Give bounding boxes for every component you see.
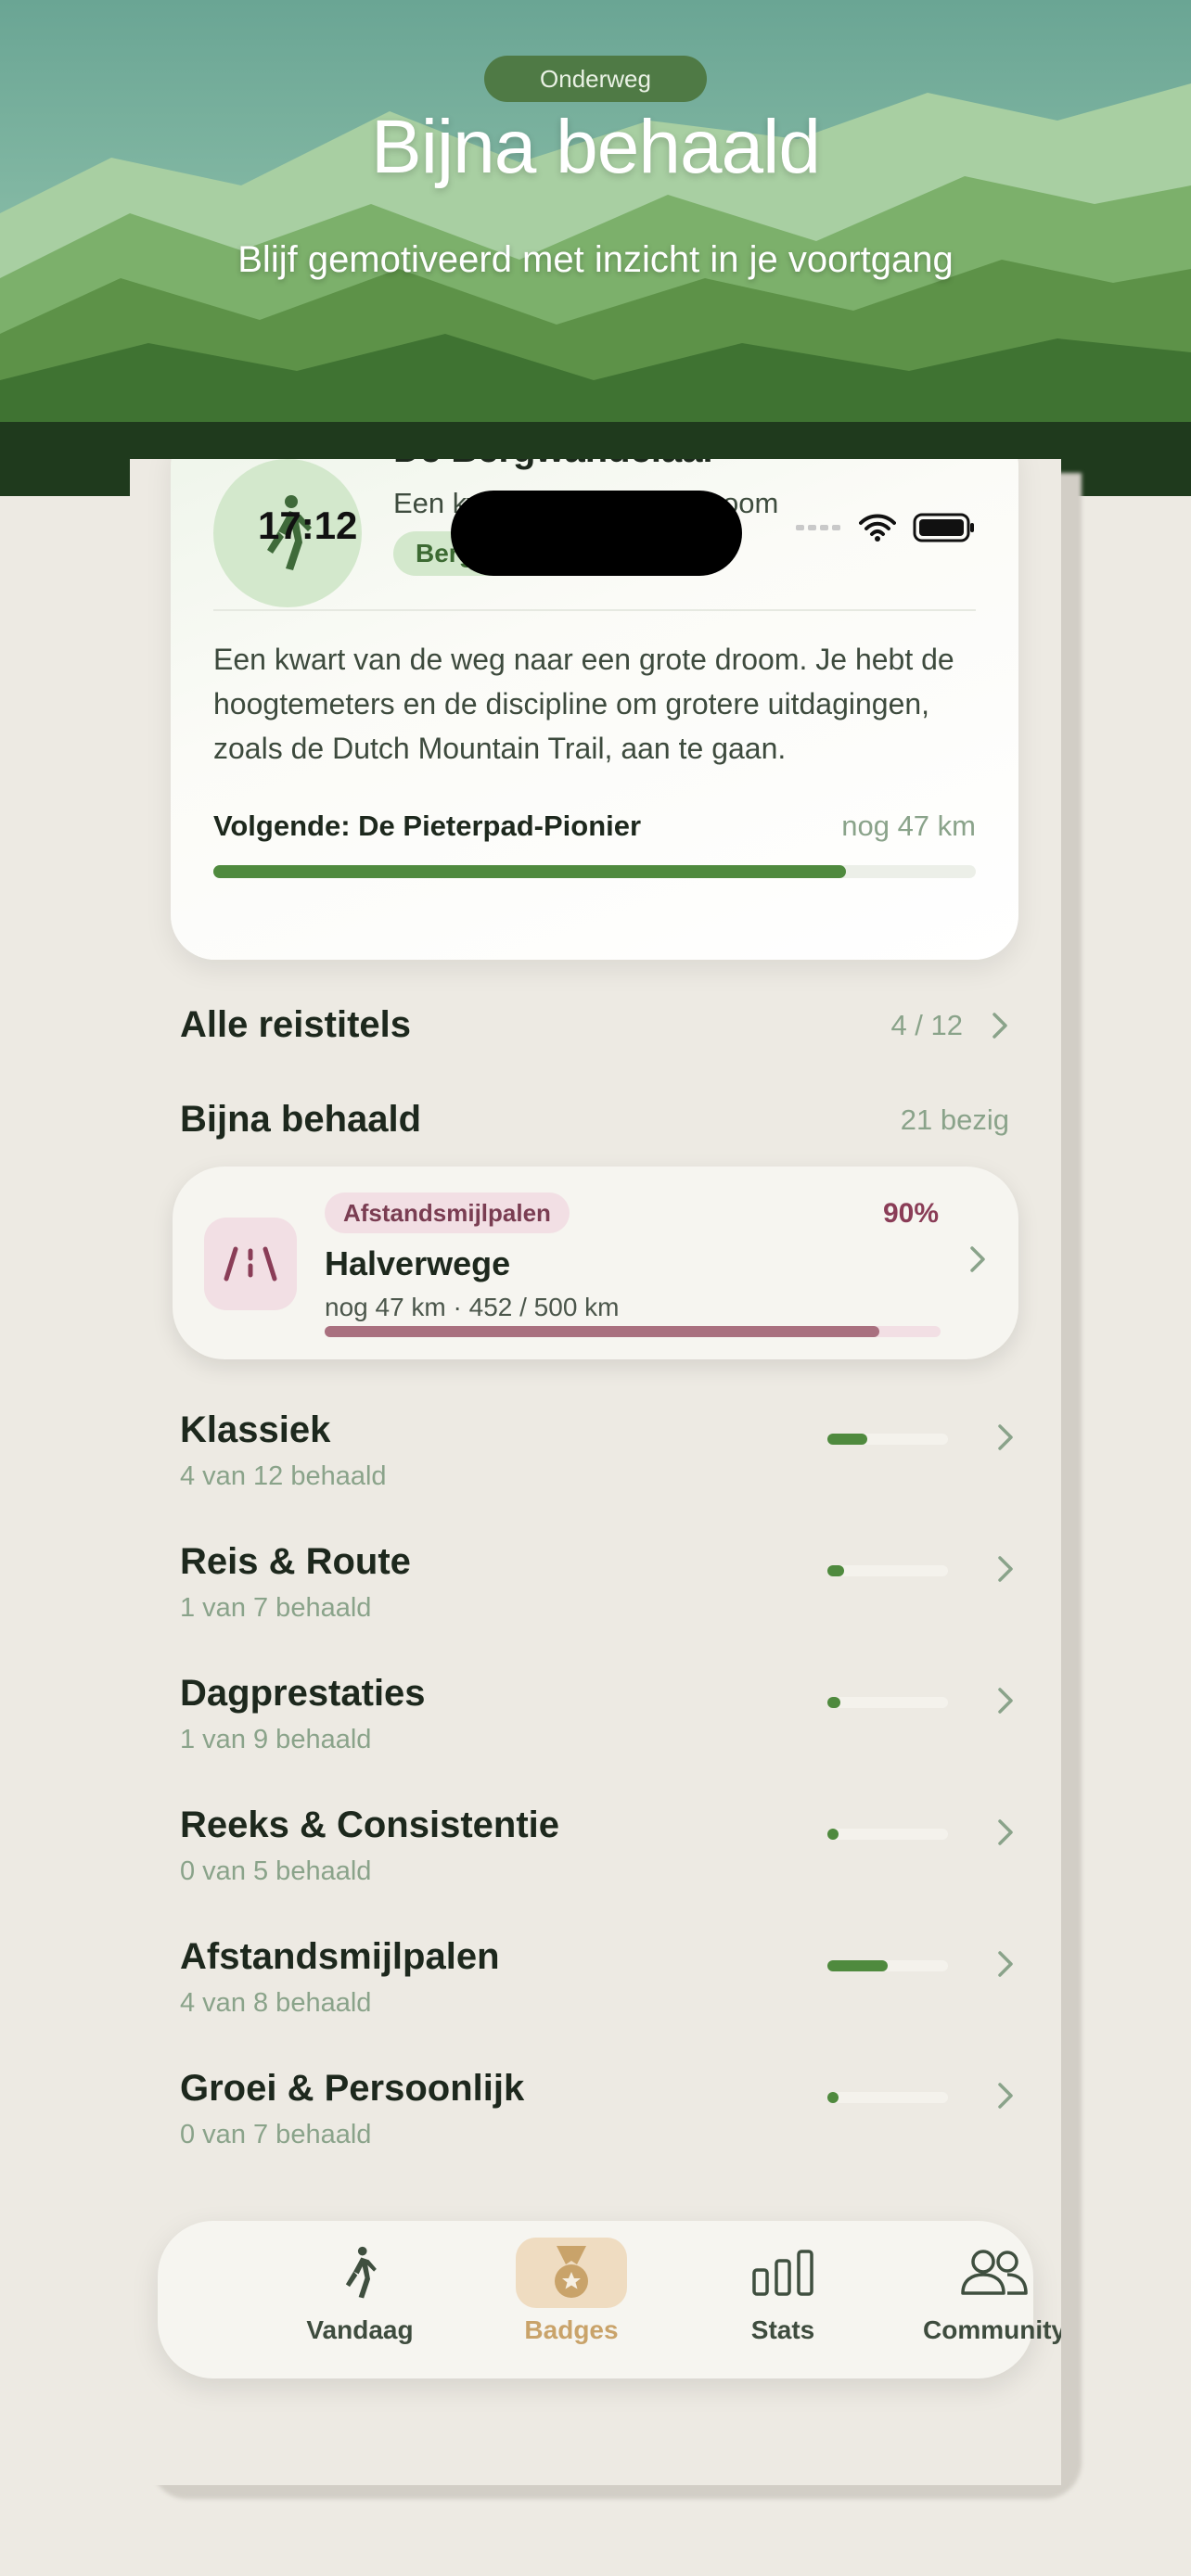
category-progress [827, 1829, 948, 1840]
tab-label: Vandaag [306, 2315, 414, 2344]
category-name: Groei & Persoonlijk [180, 2068, 525, 2109]
category-progress [827, 1565, 948, 1576]
level-title: De Bergwandelaar [393, 459, 717, 471]
near-badge-category: Afstandsmijlpalen [325, 1192, 570, 1233]
walker-icon [267, 495, 312, 570]
near-badge-detail: nog 47 km · 452 / 500 km [325, 1293, 620, 1321]
hero-banner: Onderweg Bijna behaald Blijf gemotiveerd… [0, 0, 1191, 496]
category-progress-fill [827, 1565, 845, 1576]
near-badge-percent: 90% [882, 1198, 939, 1229]
level-avatar [213, 459, 362, 607]
next-level-remaining: nog 47 km [841, 810, 976, 842]
tab-badges-icon-wrap [516, 2238, 627, 2308]
chevron-right-icon [998, 1951, 1013, 1977]
category-progress-fill [827, 1960, 888, 1971]
near-section-header: Bijna behaald 21 bezig [180, 1099, 1009, 1141]
category-row[interactable]: Klassiek 4 van 12 behaald [180, 1409, 1015, 1511]
near-badge-icon [204, 1218, 297, 1310]
tab-label: Stats [750, 2315, 815, 2344]
hero-title: Bijna behaald [371, 105, 821, 189]
category-row[interactable]: Groei & Persoonlijk 0 van 7 behaald [180, 2068, 1015, 2170]
category-progress-fill [827, 1829, 839, 1840]
tab-community[interactable]: Community [920, 2238, 1061, 2362]
chevron-right-icon [992, 1012, 1007, 1039]
category-progress [827, 1697, 948, 1708]
chevron-right-icon [970, 1246, 985, 1272]
category-row[interactable]: Reis & Route 1 van 7 behaald [180, 1541, 1015, 1643]
tab-community-icon-wrap [939, 2238, 1050, 2308]
bar-chart-icon [752, 2250, 813, 2296]
category-row[interactable]: Dagprestaties 1 van 9 behaald [180, 1673, 1015, 1775]
all-titles-label: Alle reistitels [180, 1004, 412, 1045]
hero-subtitle: Blijf gemotiveerd met inzicht in je voor… [237, 239, 954, 280]
near-badge-progress-fill [325, 1326, 879, 1337]
next-level-progress [213, 865, 976, 878]
walker-icon [345, 2246, 377, 2299]
category-progress-fill [827, 1434, 867, 1445]
all-titles-row[interactable]: Alle reistitels 4 / 12 [180, 1004, 1009, 1046]
level-description: Een kwart van de weg naar een grote droo… [213, 643, 954, 765]
app-screen: De Bergwandelaar Een kwart van de grote … [130, 459, 1061, 2485]
chevron-right-icon [998, 1688, 1013, 1714]
category-count: 4 van 8 behaald [180, 1988, 372, 2018]
tab-vandaag[interactable]: Vandaag [286, 2238, 434, 2362]
people-icon [961, 2250, 1028, 2295]
tab-bar: Vandaag Badges Stats Community [158, 2221, 1061, 2378]
chevron-right-icon [998, 1819, 1013, 1845]
all-titles-count: 4 / 12 [890, 1008, 963, 1041]
category-progress-fill [827, 1697, 841, 1708]
near-badge-title: Halverwege [325, 1244, 511, 1282]
category-name: Dagprestaties [180, 1673, 426, 1714]
near-section-title: Bijna behaald [180, 1099, 422, 1140]
category-name: Reeks & Consistentie [180, 1804, 560, 1845]
tab-vandaag-icon-wrap [304, 2238, 416, 2308]
road-icon [224, 1246, 277, 1282]
category-count: 0 van 5 behaald [180, 1856, 372, 1886]
category-progress [827, 2092, 948, 2103]
level-card[interactable]: De Bergwandelaar Een kwart van de grote … [171, 459, 1018, 960]
chevron-right-icon [998, 1424, 1013, 1450]
medal-icon [555, 2246, 588, 2298]
category-count: 4 van 12 behaald [180, 1461, 387, 1491]
category-progress [827, 1960, 948, 1971]
tab-badges[interactable]: Badges [497, 2238, 646, 2362]
near-badge-progress [325, 1326, 941, 1337]
near-section-count: 21 bezig [900, 1103, 1009, 1136]
tab-stats-icon-wrap [727, 2238, 839, 2308]
chevron-right-icon [998, 1556, 1013, 1582]
category-name: Reis & Route [180, 1541, 411, 1582]
near-badge-card[interactable]: Afstandsmijlpalen 90% Halverwege nog 47 … [173, 1167, 1018, 1359]
category-count: 1 van 7 behaald [180, 1593, 372, 1623]
category-row[interactable]: Afstandsmijlpalen 4 van 8 behaald [180, 1936, 1015, 2038]
category-count: 0 van 7 behaald [180, 2120, 372, 2149]
divider [213, 609, 976, 611]
category-row[interactable]: Reeks & Consistentie 0 van 5 behaald [180, 1804, 1015, 1906]
chevron-right-icon [998, 2083, 1013, 2109]
next-level-progress-fill [213, 865, 847, 878]
status-pill: Onderweg [484, 56, 707, 102]
tab-stats[interactable]: Stats [709, 2238, 857, 2362]
category-progress [827, 1434, 948, 1445]
category-count: 1 van 9 behaald [180, 1725, 372, 1754]
next-level-label: Volgende: De Pieterpad-Pionier [213, 810, 642, 842]
tab-label: Community [923, 2315, 1061, 2344]
category-name: Afstandsmijlpalen [180, 1936, 500, 1977]
tab-label: Badges [524, 2315, 619, 2344]
level-subtitle: Een kwart van de grote droom [393, 487, 779, 519]
level-chip: Berg-Wandelaar [393, 531, 636, 576]
category-progress-fill [827, 2092, 839, 2103]
category-name: Klassiek [180, 1409, 331, 1450]
